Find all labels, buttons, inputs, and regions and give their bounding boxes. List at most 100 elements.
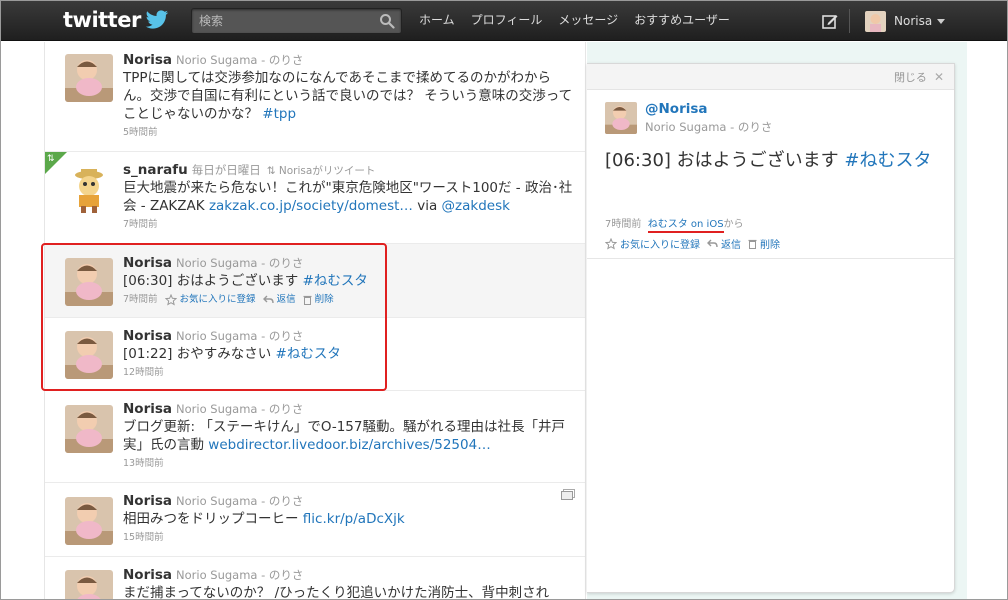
tweet-timestamp[interactable]: 15時間前 [123, 530, 164, 546]
tweet-username[interactable]: Norisa [123, 52, 172, 68]
baby-photo [65, 405, 113, 453]
avatar [865, 10, 886, 32]
nav-home[interactable]: ホーム [411, 1, 463, 41]
tweet-text: [06:30] おはようございます [123, 273, 299, 289]
avatar[interactable] [605, 102, 637, 134]
tweet-text: [01:22] おやすみなさい [123, 346, 272, 362]
tweet[interactable]: Norisa Norio Sugama - のりさ 相田みつをドリップコーヒー f… [45, 483, 585, 557]
reply-button[interactable]: 返信 [707, 236, 741, 251]
twitter-bird-icon [145, 10, 169, 29]
avatar[interactable] [65, 331, 113, 379]
tweet-username[interactable]: Norisa [123, 401, 172, 417]
twitter-logo[interactable]: twitter [63, 7, 169, 33]
tweet[interactable]: ⇅ s_narafu 毎日が日曜日 ⇅ Norisaがリツイート 巨大地震が来たら危… [45, 152, 585, 244]
via-label: via [417, 198, 438, 214]
url-link[interactable]: webdirector.livedoor.biz/archives/52504… [208, 437, 490, 453]
logo-text: twitter [63, 8, 141, 32]
tweet-username[interactable]: Norisa [123, 493, 172, 509]
nav-profile[interactable]: プロフィール [463, 1, 551, 41]
avatar[interactable] [65, 258, 113, 306]
search-input[interactable] [192, 9, 372, 33]
reply-label: 返信 [276, 294, 296, 305]
tweet-text: まだ捕まってないのか？ /ひったくり犯追いかけた消防士、背中刺され [123, 585, 550, 600]
avatar[interactable] [65, 405, 113, 453]
tweet[interactable]: Norisa Norio Sugama - のりさ まだ捕まってないのか？ /ひっ… [45, 557, 585, 600]
tweet-text: TPPに関しては交渉参加なのになんであそこまで揉めてるのかがわからん。交渉で自国… [123, 70, 573, 122]
avatar[interactable] [65, 54, 113, 102]
trash-icon [748, 239, 757, 249]
reply-icon [262, 295, 274, 304]
detail-source-suffix: から [723, 219, 744, 230]
mention-link[interactable]: @zakdesk [442, 198, 510, 214]
favorite-button[interactable]: お気に入りに登録 [164, 292, 256, 308]
tweet[interactable]: Norisa Norio Sugama - のりさ TPPに関しては交渉参加なのに… [45, 42, 585, 152]
topbar-divider [849, 9, 850, 33]
detail-tweet-text: [06:30] おはようございます [605, 150, 839, 171]
compose-icon[interactable] [821, 12, 839, 30]
hashtag-link[interactable]: #tpp [262, 106, 296, 122]
nav-who-to-follow[interactable]: おすすめユーザー [626, 1, 738, 41]
trash-icon [303, 295, 312, 305]
avatar[interactable] [65, 166, 113, 214]
tweet[interactable]: Norisa Norio Sugama - のりさ ブログ更新: 「ステーキけん」… [45, 391, 585, 483]
favorite-label: お気に入りに登録 [179, 294, 256, 305]
main-nav: ホーム プロフィール メッセージ おすすめユーザー [411, 1, 738, 41]
detail-source-link[interactable]: ねむスタ on iOS [647, 219, 724, 233]
tweet-username[interactable]: s_narafu [123, 162, 188, 178]
top-bar: twitter ホーム プロフィール メッセージ おすすめユーザー [1, 1, 1007, 41]
star-icon [164, 294, 177, 306]
avatar[interactable] [65, 570, 113, 599]
chevron-down-icon [937, 18, 946, 24]
tweet-username[interactable]: Norisa [123, 255, 172, 271]
star-icon [605, 237, 617, 250]
tweet-timestamp[interactable]: 7時間前 [123, 217, 158, 233]
tweet-fullname: Norio Sugama - のりさ [176, 256, 304, 270]
detail-timestamp[interactable]: 7時間前 [605, 219, 641, 230]
tweet-timestamp[interactable]: 5時間前 [123, 125, 158, 141]
detail-text-block: [06:30] おはようございます #ねむスタ [605, 148, 945, 174]
reply-button[interactable]: 返信 [262, 292, 296, 308]
tweet-fullname: Norio Sugama - のりさ [176, 402, 304, 416]
hashtag-link[interactable]: #ねむスタ [276, 346, 341, 362]
timeline: Norisa Norio Sugama - のりさ TPPに関しては交渉参加なのに… [44, 42, 586, 600]
baby-photo [65, 570, 113, 599]
delete-button[interactable]: 削除 [748, 236, 780, 251]
user-menu-name: Norisa [894, 14, 933, 28]
divider [587, 258, 954, 259]
detail-fullname: Norio Sugama - のりさ [645, 120, 773, 134]
favorite-label: お気に入りに登録 [620, 240, 700, 251]
detail-screen-name[interactable]: @Norisa [645, 101, 708, 117]
tweet[interactable]: Norisa Norio Sugama - のりさ [01:22] おやすみなさい… [45, 318, 585, 391]
baby-photo [65, 258, 113, 306]
tweet-selected[interactable]: Norisa Norio Sugama - のりさ [06:30] おはようござい… [45, 244, 585, 318]
reply-icon [707, 239, 718, 247]
search-box [191, 8, 402, 34]
close-button[interactable]: 閉じる ✕ [894, 69, 944, 85]
tweet-fullname: Norio Sugama - のりさ [176, 568, 304, 582]
detail-hashtag-link[interactable]: #ねむスタ [844, 150, 931, 171]
delete-button[interactable]: 削除 [303, 292, 334, 308]
tweet-fullname: 毎日が日曜日 [191, 163, 261, 177]
tweet-username[interactable]: Norisa [123, 567, 172, 583]
tweet-text: 相田みつをドリップコーヒー [123, 511, 299, 527]
tweet-fullname: Norio Sugama - のりさ [176, 53, 304, 67]
close-icon: ✕ [933, 70, 944, 84]
baby-photo [65, 497, 113, 545]
tweet-timestamp[interactable]: 12時間前 [123, 365, 164, 381]
cartoon-avatar [65, 166, 113, 214]
favorite-button[interactable]: お気に入りに登録 [605, 236, 700, 251]
detail-meta: 7時間前 ねむスタ on iOSから [605, 215, 744, 233]
avatar[interactable] [65, 497, 113, 545]
delete-label: 削除 [314, 294, 334, 305]
tweet-timestamp[interactable]: 13時間前 [123, 456, 164, 472]
tweet-timestamp[interactable]: 7時間前 [123, 292, 158, 308]
url-link[interactable]: zakzak.co.jp/society/domest… [209, 198, 413, 214]
close-label: 閉じる [893, 71, 927, 84]
url-link[interactable]: flic.kr/p/aDcXjk [303, 511, 405, 527]
search-icon[interactable] [379, 13, 395, 29]
tweet-username[interactable]: Norisa [123, 328, 172, 344]
tweet-fullname: Norio Sugama - のりさ [176, 494, 304, 508]
hashtag-link[interactable]: #ねむスタ [303, 273, 368, 289]
nav-messages[interactable]: メッセージ [550, 1, 626, 41]
user-menu[interactable]: Norisa [865, 10, 946, 32]
